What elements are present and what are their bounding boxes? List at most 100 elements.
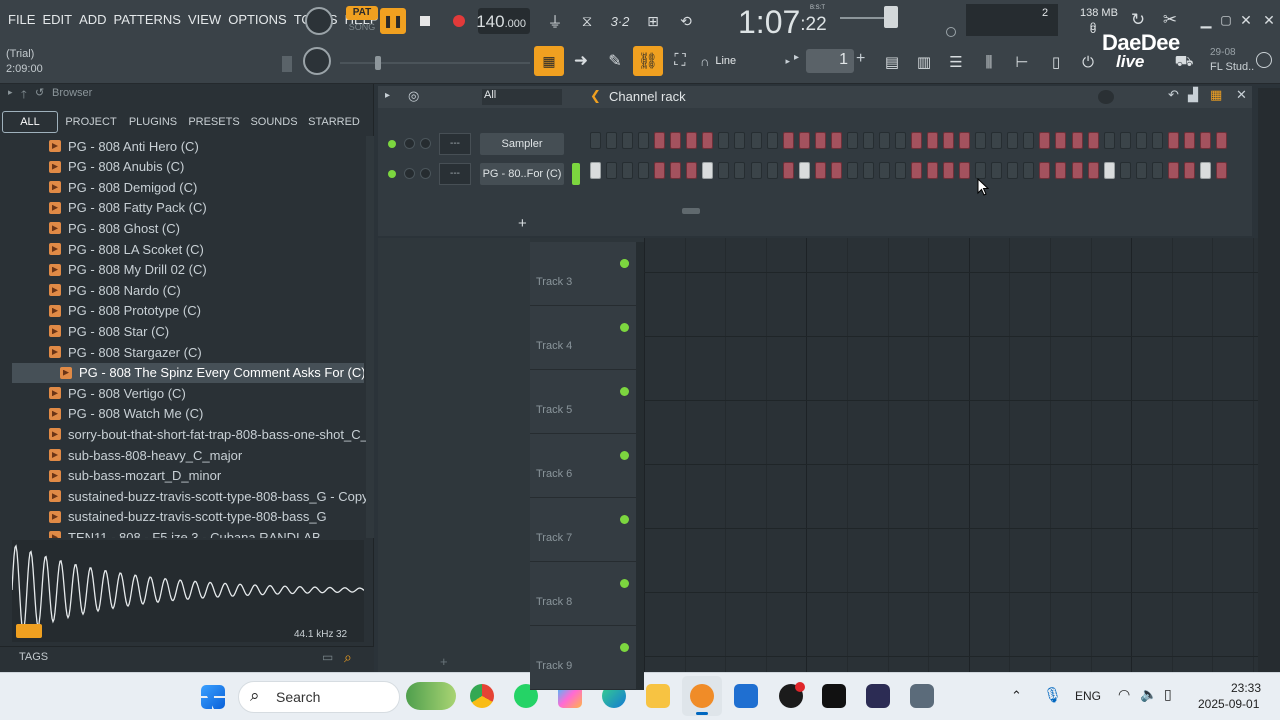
step-button[interactable] xyxy=(927,132,939,149)
language-indicator[interactable]: ENG xyxy=(1075,689,1101,703)
step-button[interactable] xyxy=(686,162,698,179)
close-window-button[interactable]: ✕ xyxy=(1236,10,1256,30)
track-enable-led[interactable] xyxy=(620,259,629,268)
step-button[interactable] xyxy=(814,162,826,179)
browser-tab-sounds[interactable]: SOUNDS xyxy=(246,111,302,133)
channel-name-button[interactable]: PG - 80..For (C) xyxy=(480,163,564,185)
channel-select-indicator[interactable] xyxy=(572,163,580,185)
pause-button[interactable]: ❚❚ xyxy=(380,8,406,34)
playlist-grid[interactable] xyxy=(644,238,1258,672)
playlist-add-icon[interactable]: + xyxy=(440,654,448,669)
track-enable-led[interactable] xyxy=(620,451,629,460)
channel-mixer-track[interactable]: --- xyxy=(439,133,471,155)
step-button[interactable] xyxy=(798,162,810,179)
step-button[interactable] xyxy=(991,162,1003,179)
step-button[interactable] xyxy=(1087,132,1099,149)
step-button[interactable] xyxy=(1071,132,1083,149)
step-button[interactable] xyxy=(590,132,601,149)
browser-file-item[interactable]: PG - 808 Anubis (C) xyxy=(0,157,366,177)
clock-date[interactable]: 2025-09-01 xyxy=(1198,697,1259,711)
link-button[interactable]: ⛓ xyxy=(633,46,663,76)
step-button[interactable] xyxy=(1087,162,1099,179)
browser-file-item[interactable]: PG - 808 Stargazer (C) xyxy=(0,342,366,362)
step-button[interactable] xyxy=(766,162,778,179)
close-app-button[interactable]: ✕ xyxy=(1260,10,1278,30)
track-enable-led[interactable] xyxy=(620,579,629,588)
stop-button[interactable] xyxy=(414,8,436,34)
pat-toggle[interactable]: PAT xyxy=(346,6,378,20)
master-pitch-handle[interactable] xyxy=(884,6,898,28)
step-button[interactable] xyxy=(878,162,890,179)
step-button[interactable] xyxy=(606,162,618,179)
browser-file-item[interactable]: sustained-buzz-travis-scott-type-808-bas… xyxy=(0,507,366,527)
playlist-track-header[interactable] xyxy=(530,498,636,562)
menu-add[interactable]: ADD xyxy=(79,12,106,27)
browser-file-item[interactable]: PG - 808 Prototype (C) xyxy=(0,301,366,321)
next-arrow-button[interactable]: ➜ xyxy=(566,46,596,76)
menu-patterns[interactable]: PATTERNS xyxy=(114,12,181,27)
step-button[interactable] xyxy=(782,162,794,179)
step-button[interactable] xyxy=(1135,162,1147,179)
snap-selector[interactable]: ∩ Line ▸ xyxy=(700,50,790,72)
browser-scrollbar[interactable] xyxy=(366,136,374,538)
step-button[interactable] xyxy=(590,162,601,179)
step-button[interactable] xyxy=(1055,132,1067,149)
browser-file-item[interactable]: TEN11 - 808 - F5 ize 3 - Cubana RANDLAB xyxy=(0,527,366,538)
step-button[interactable] xyxy=(1135,132,1147,149)
browser-file-item[interactable]: PG - 808 Anti Hero (C) xyxy=(0,136,366,156)
step-button[interactable] xyxy=(702,162,714,179)
step-button[interactable] xyxy=(1199,132,1211,149)
step-button[interactable] xyxy=(1167,132,1179,149)
step-button[interactable] xyxy=(1055,162,1067,179)
browser-file-item[interactable]: PG - 808 The Spinz Every Comment Asks Fo… xyxy=(12,362,364,383)
tray-chevron-up-icon[interactable]: ⌃ xyxy=(1011,688,1022,704)
step-button[interactable] xyxy=(830,162,842,179)
browser-file-item[interactable]: sub-bass-808-heavy_C_major xyxy=(0,445,366,465)
expand-icon[interactable]: ▸ xyxy=(8,87,13,98)
browser-file-item[interactable]: PG - 808 Ghost (C) xyxy=(0,218,366,238)
step-button[interactable] xyxy=(654,162,666,179)
step-button[interactable] xyxy=(1215,132,1227,149)
add-channel-button[interactable]: + xyxy=(518,215,527,232)
step-button[interactable] xyxy=(1071,162,1083,179)
step-button[interactable] xyxy=(1007,132,1019,149)
step-button[interactable] xyxy=(670,132,682,149)
step-button[interactable] xyxy=(718,132,730,149)
clock-time[interactable]: 23:33 xyxy=(1231,681,1261,695)
microphone-icon[interactable]: 🎙 xyxy=(1043,686,1062,704)
playlist-button[interactable]: ▤ xyxy=(878,48,906,76)
browser-tab-project[interactable]: PROJECT xyxy=(60,111,122,133)
song-toggle[interactable]: SONG xyxy=(346,22,378,34)
step-button[interactable] xyxy=(1103,162,1115,179)
step-button[interactable] xyxy=(1023,162,1035,179)
playlist-track-header[interactable] xyxy=(530,434,636,498)
draw-tool-button[interactable]: ✎ xyxy=(600,46,630,76)
channel-pan-knob[interactable] xyxy=(404,168,415,179)
step-button[interactable] xyxy=(846,132,858,149)
browser-file-item[interactable]: PG - 808 Fatty Pack (C) xyxy=(0,198,366,218)
minimize-button[interactable]: ▁ xyxy=(1196,10,1216,30)
step-button[interactable] xyxy=(943,162,955,179)
song-position-slider[interactable] xyxy=(340,62,530,64)
speaker-icon[interactable]: 🔈 xyxy=(1140,686,1157,703)
step-button[interactable] xyxy=(862,162,874,179)
playlist-track-header[interactable] xyxy=(530,242,636,306)
browser-tab-starred[interactable]: STARRED xyxy=(304,111,364,133)
step-button[interactable] xyxy=(1167,162,1179,179)
step-button[interactable] xyxy=(911,132,922,149)
browser-file-item[interactable]: PG - 808 Demigod (C) xyxy=(0,177,366,197)
browser-tab-plugins[interactable]: PLUGINS xyxy=(124,111,182,133)
master-pitch-slider[interactable] xyxy=(840,17,884,19)
preview-play-icon[interactable] xyxy=(16,624,42,638)
step-button[interactable] xyxy=(750,132,762,149)
battery-icon[interactable]: ▯ xyxy=(1164,686,1172,703)
browser-file-item[interactable]: PG - 808 Star (C) xyxy=(0,321,366,341)
step-button[interactable] xyxy=(1151,162,1163,179)
obs-icon[interactable] xyxy=(866,684,890,708)
step-button[interactable] xyxy=(1215,162,1227,179)
menu-file[interactable]: FILE xyxy=(8,12,35,27)
capcut-icon[interactable] xyxy=(822,684,846,708)
step-button[interactable] xyxy=(766,132,778,149)
step-button[interactable] xyxy=(1023,132,1035,149)
step-button[interactable] xyxy=(798,132,810,149)
